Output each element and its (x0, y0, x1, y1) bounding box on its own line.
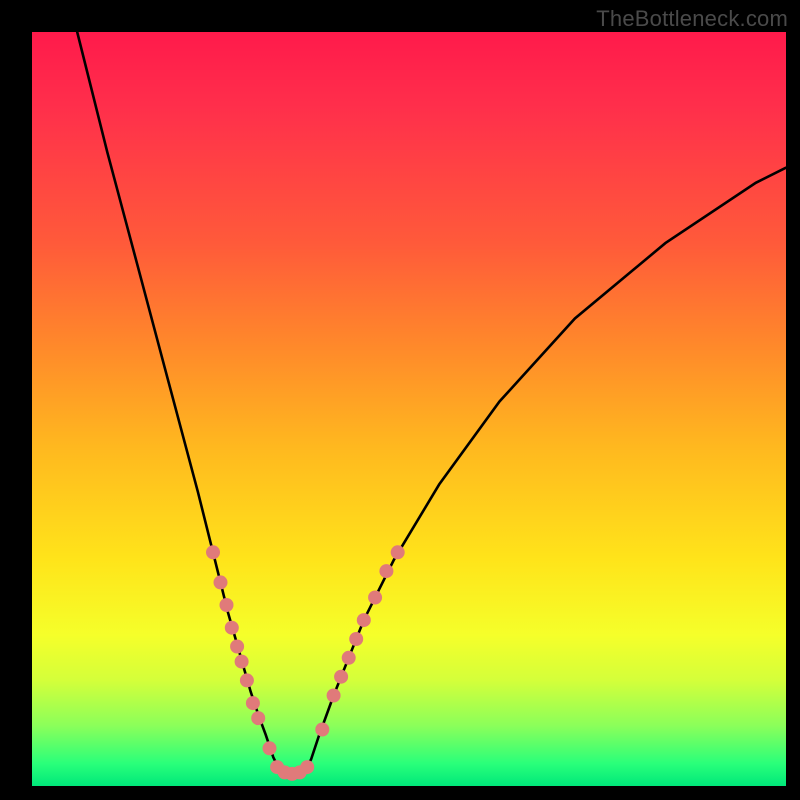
sample-dot (214, 575, 228, 589)
sample-dot (334, 670, 348, 684)
chart-svg (32, 32, 786, 786)
sample-dot (206, 545, 220, 559)
sample-dot (342, 651, 356, 665)
sample-dot (225, 621, 239, 635)
chart-frame: TheBottleneck.com (0, 0, 800, 800)
watermark-text: TheBottleneck.com (596, 6, 788, 32)
sample-dot (379, 564, 393, 578)
sample-dot (300, 760, 314, 774)
chart-plot-area (32, 32, 786, 786)
sample-dot (357, 613, 371, 627)
sample-dot (327, 689, 341, 703)
sample-dot (368, 591, 382, 605)
sample-dot (315, 723, 329, 737)
sample-dot (235, 655, 249, 669)
sample-dot (246, 696, 260, 710)
sample-dot (391, 545, 405, 559)
sample-dot (263, 741, 277, 755)
sample-dot (220, 598, 234, 612)
sample-dot (230, 640, 244, 654)
sample-dot (349, 632, 363, 646)
sample-dot (240, 673, 254, 687)
left-branch-path (77, 32, 281, 772)
curve-layer (77, 32, 786, 774)
sample-dot (251, 711, 265, 725)
right-branch-path (303, 168, 786, 773)
marker-layer (206, 545, 405, 781)
